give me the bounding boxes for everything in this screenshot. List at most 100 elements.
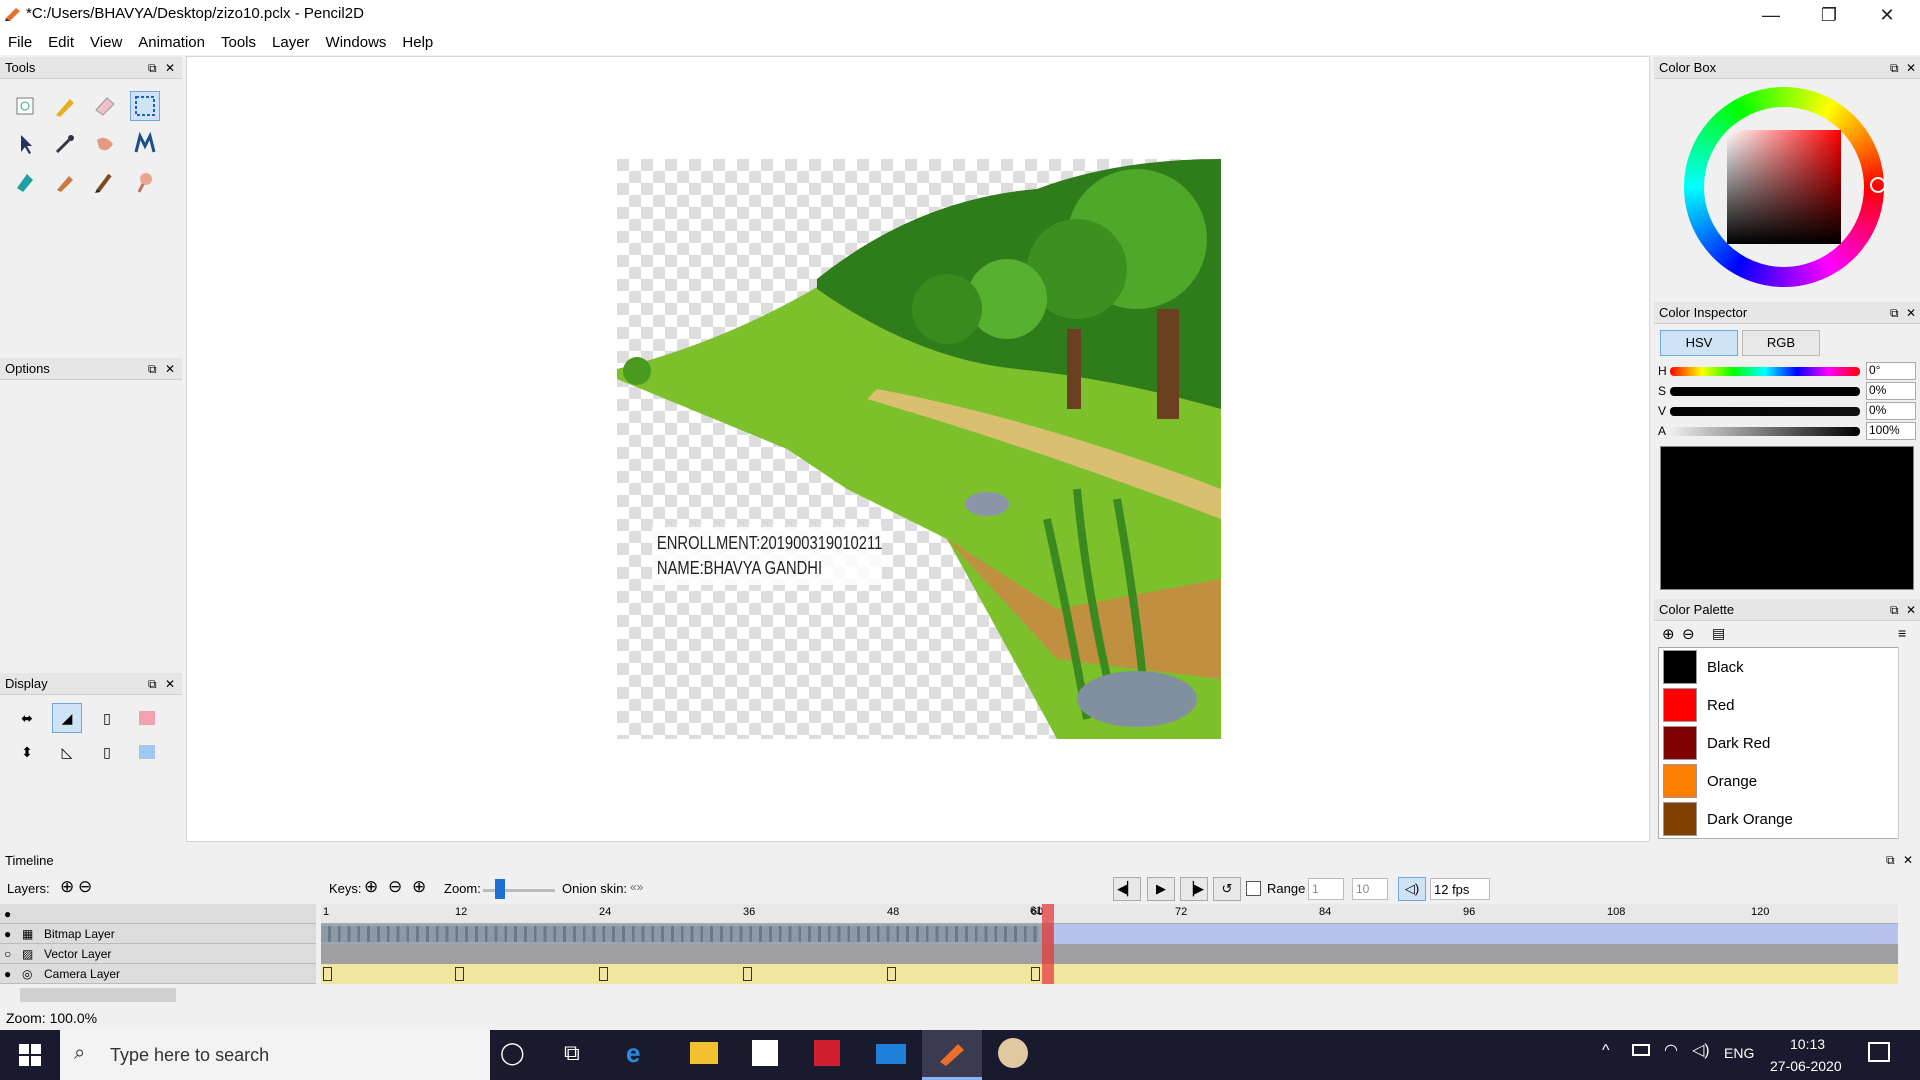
windows-start-icon[interactable] bbox=[0, 1030, 60, 1080]
pen-icon[interactable] bbox=[50, 167, 80, 197]
close-icon[interactable]: ✕ bbox=[1903, 853, 1913, 867]
menu-file[interactable]: File bbox=[8, 34, 32, 51]
camera-keyframe[interactable] bbox=[743, 967, 752, 981]
float-icon[interactable]: ⧉ bbox=[1890, 302, 1899, 324]
menu-animation[interactable]: Animation bbox=[138, 34, 205, 51]
visibility-icon[interactable]: ● bbox=[4, 964, 11, 984]
remove-color-icon[interactable]: ⊖ bbox=[1682, 625, 1695, 643]
timeline-vscroll[interactable] bbox=[1898, 874, 1918, 984]
outline-icon[interactable]: ◢ bbox=[52, 703, 82, 733]
value-value[interactable]: 0% bbox=[1866, 402, 1916, 420]
clear-icon[interactable] bbox=[10, 91, 40, 121]
close-button[interactable]: ✕ bbox=[1864, 0, 1910, 30]
paint-icon[interactable] bbox=[998, 1038, 1028, 1068]
hue-value[interactable]: 0° bbox=[1866, 362, 1916, 380]
range-end-input[interactable]: 10 bbox=[1352, 878, 1388, 900]
taskbar-search[interactable]: ⌕ Type here to search bbox=[60, 1030, 490, 1080]
palette-scrollbar[interactable] bbox=[1898, 647, 1916, 839]
menu-help[interactable]: Help bbox=[402, 34, 433, 51]
battery-icon[interactable] bbox=[1632, 1044, 1650, 1056]
bitmap-keyframes[interactable] bbox=[321, 926, 1039, 942]
value-slider[interactable] bbox=[1670, 407, 1860, 416]
rgb-tab[interactable]: RGB bbox=[1742, 330, 1820, 356]
clock-time[interactable]: 10:13 bbox=[1790, 1036, 1825, 1052]
hue-slider[interactable] bbox=[1670, 367, 1860, 376]
float-icon[interactable]: ⧉ bbox=[1890, 599, 1899, 621]
remove-key-icon[interactable]: ⊖ bbox=[388, 877, 402, 897]
fps-spinbox[interactable]: 12 fps bbox=[1430, 878, 1490, 900]
float-icon[interactable]: ⧉ bbox=[1890, 57, 1899, 79]
close-icon[interactable]: ✕ bbox=[165, 358, 175, 380]
flip-vertical-icon[interactable]: ⬍ bbox=[12, 737, 42, 767]
palette-item[interactable]: Dark Orange bbox=[1660, 800, 1890, 838]
bucket-icon[interactable] bbox=[10, 167, 40, 197]
cortana-icon[interactable]: ◯ bbox=[500, 1040, 525, 1066]
camera-keyframe[interactable] bbox=[323, 967, 332, 981]
timeline-scrollbar[interactable] bbox=[0, 986, 1920, 1004]
zoom-slider-handle[interactable] bbox=[495, 879, 505, 899]
camera-track[interactable] bbox=[321, 964, 1899, 984]
smudge-icon[interactable] bbox=[90, 129, 120, 159]
menu-edit[interactable]: Edit bbox=[48, 34, 74, 51]
float-icon[interactable]: ⧉ bbox=[148, 673, 157, 695]
layer-row-camera[interactable]: ● ◎ Camera Layer bbox=[0, 964, 316, 984]
float-icon[interactable]: ⧉ bbox=[1886, 853, 1895, 868]
eyedropper-icon[interactable] bbox=[50, 129, 80, 159]
add-key-icon[interactable]: ⊕ bbox=[364, 877, 378, 897]
gift-icon[interactable] bbox=[814, 1040, 840, 1066]
playhead[interactable] bbox=[1042, 904, 1054, 984]
palette-item[interactable]: Dark Red bbox=[1660, 724, 1890, 762]
add-color-icon[interactable]: ⊕ bbox=[1662, 625, 1675, 643]
saturation-value-square[interactable] bbox=[1727, 130, 1841, 244]
remove-layer-icon[interactable]: ⊖ bbox=[78, 877, 92, 897]
close-icon[interactable]: ✕ bbox=[165, 673, 175, 695]
flip-horizontal-icon[interactable]: ⬌ bbox=[12, 703, 42, 733]
edge-icon[interactable]: e bbox=[626, 1038, 640, 1069]
play-icon[interactable]: ▶ bbox=[1147, 877, 1175, 901]
float-icon[interactable]: ⧉ bbox=[148, 57, 157, 79]
menu-windows[interactable]: Windows bbox=[326, 34, 387, 51]
menu-view[interactable]: View bbox=[90, 34, 122, 51]
palette-view-icon[interactable]: ▤ bbox=[1712, 625, 1725, 642]
layer-row-bitmap[interactable]: ● ▦ Bitmap Layer bbox=[0, 924, 316, 944]
close-icon[interactable]: ✕ bbox=[165, 57, 175, 79]
store-icon[interactable] bbox=[752, 1040, 778, 1066]
pencil-icon[interactable] bbox=[50, 91, 80, 121]
menu-tools[interactable]: Tools bbox=[221, 34, 256, 51]
move-icon[interactable] bbox=[10, 129, 40, 159]
visibility-icon[interactable]: ● bbox=[4, 924, 11, 944]
file-explorer-icon[interactable] bbox=[690, 1042, 718, 1064]
volume-icon[interactable]: ◁) bbox=[1692, 1040, 1710, 1060]
polyline-icon[interactable] bbox=[130, 129, 160, 159]
layer-row-vector[interactable]: ○ ▨ Vector Layer bbox=[0, 944, 316, 964]
loop-icon[interactable]: ↺ bbox=[1213, 877, 1241, 901]
visibility-icon[interactable]: ○ bbox=[4, 944, 11, 964]
select-icon[interactable] bbox=[130, 91, 160, 121]
range-start-input[interactable]: 1 bbox=[1308, 878, 1344, 900]
float-icon[interactable]: ⧉ bbox=[148, 358, 157, 380]
play-forward-icon[interactable]: ▕▶ bbox=[1180, 877, 1208, 901]
language-indicator[interactable]: ENG bbox=[1724, 1045, 1754, 1061]
notification-icon[interactable] bbox=[1868, 1042, 1890, 1062]
hand-icon[interactable] bbox=[130, 167, 160, 197]
onion-prev-icon[interactable]: ▯ bbox=[92, 703, 122, 733]
hue-wheel[interactable] bbox=[1684, 87, 1886, 287]
palette-item[interactable]: Black bbox=[1660, 648, 1890, 686]
range-checkbox[interactable] bbox=[1246, 881, 1261, 896]
zoom-slider-track[interactable] bbox=[483, 889, 555, 892]
sound-icon[interactable]: ◁) bbox=[1398, 877, 1426, 901]
camera-keyframe[interactable] bbox=[887, 967, 896, 981]
palette-item[interactable]: Red bbox=[1660, 686, 1890, 724]
saturation-slider[interactable] bbox=[1670, 387, 1860, 396]
camera-keyframe[interactable] bbox=[599, 967, 608, 981]
close-icon[interactable]: ✕ bbox=[1906, 57, 1916, 79]
chevron-up-icon[interactable]: ^ bbox=[1602, 1042, 1610, 1060]
alpha-value[interactable]: 100% bbox=[1866, 422, 1916, 440]
drawing-canvas[interactable]: ENROLLMENT:201900319010211 NAME:BHAVYA G… bbox=[186, 56, 1650, 842]
vector-track[interactable] bbox=[321, 944, 1899, 964]
minimize-button[interactable]: — bbox=[1748, 0, 1794, 30]
mirror-icon[interactable]: ◺ bbox=[52, 737, 82, 767]
task-view-icon[interactable]: ⧉ bbox=[564, 1040, 580, 1066]
scrollbar-thumb[interactable] bbox=[20, 988, 176, 1002]
saturation-value[interactable]: 0% bbox=[1866, 382, 1916, 400]
